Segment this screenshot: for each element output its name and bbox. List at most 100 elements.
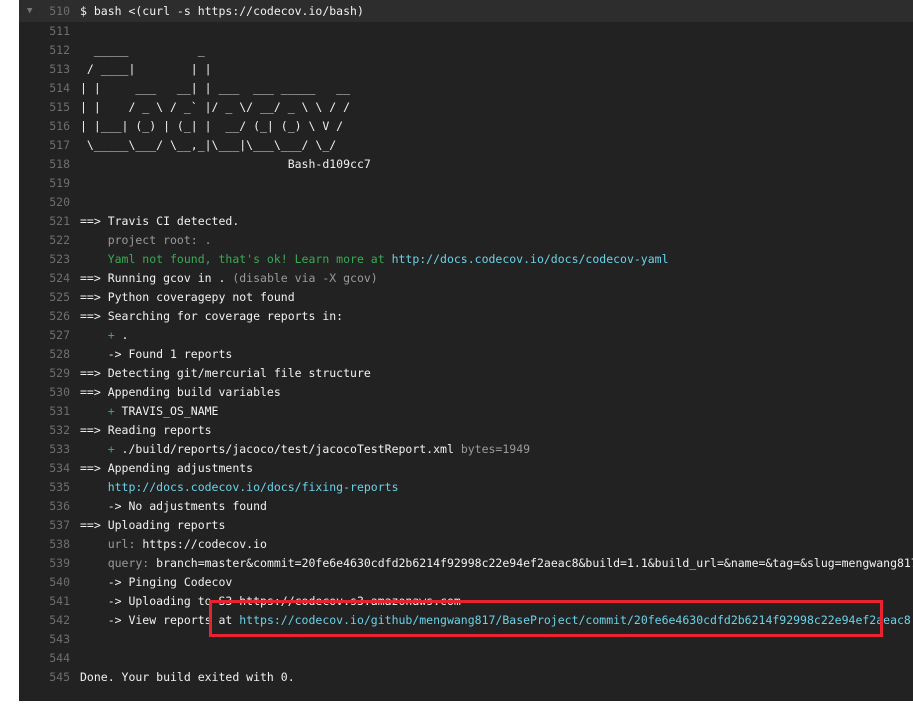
log-line: 518 Bash-d109cc7: [19, 155, 913, 174]
log-line-text: ==> Searching for coverage reports in:: [80, 309, 344, 323]
log-line: 527 + .: [19, 326, 913, 345]
line-number[interactable]: 538: [40, 535, 70, 554]
line-number[interactable]: 521: [40, 212, 70, 231]
line-number[interactable]: 541: [40, 592, 70, 611]
log-line-text: \_____\___/ \__,_|\___|\___\___/ \_/: [80, 138, 337, 152]
line-number[interactable]: 520: [40, 193, 70, 212]
log-line: 543: [19, 630, 913, 649]
log-line-text: + TRAVIS_OS_NAME: [80, 404, 219, 418]
log-line-text: | | ___ __| | ___ ___ _____ __: [80, 81, 351, 95]
line-number[interactable]: 527: [40, 326, 70, 345]
log-line: 524 ==> Running gcov in . (disable via -X…: [19, 269, 913, 288]
line-number[interactable]: 515: [40, 98, 70, 117]
log-line: 526 ==> Searching for coverage reports in…: [19, 307, 913, 326]
log-line: 533 + ./build/reports/jacoco/test/jacoco…: [19, 440, 913, 459]
line-number[interactable]: 534: [40, 459, 70, 478]
line-number[interactable]: 531: [40, 402, 70, 421]
log-line-text: -> Uploading to S3 https://codecov.s3.am…: [80, 594, 461, 608]
log-line-text: $ bash <(curl -s https://codecov.io/bash…: [80, 4, 364, 18]
log-line-text: Yaml not found, that's ok! Learn more at…: [80, 252, 669, 266]
line-number[interactable]: 532: [40, 421, 70, 440]
line-number[interactable]: 542: [40, 611, 70, 630]
build-log-terminal: ▼ 510 $ bash <(curl -s https://codecov.io/…: [19, 0, 913, 701]
log-line: 517 \_____\___/ \__,_|\___|\___\___/ \_/: [19, 136, 913, 155]
log-line-text: -> No adjustments found: [80, 499, 267, 513]
line-number[interactable]: 545: [40, 668, 70, 687]
line-number[interactable]: 535: [40, 478, 70, 497]
log-line: 521 ==> Travis CI detected.: [19, 212, 913, 231]
log-line-text: -> View reports at https://codecov.io/gi…: [80, 613, 911, 627]
log-line-text: ==> Appending build variables: [80, 385, 281, 399]
line-number[interactable]: 526: [40, 307, 70, 326]
log-line: 545 Done. Your build exited with 0.: [19, 668, 913, 687]
line-number[interactable]: 544: [40, 649, 70, 668]
log-line-text: project root: .: [80, 233, 212, 247]
line-number[interactable]: 530: [40, 383, 70, 402]
log-line-text: | |___| (_) | (_| | __/ (_| (_) \ V /: [80, 119, 344, 133]
log-line: 513 / ____| | |: [19, 60, 913, 79]
line-number[interactable]: 511: [40, 22, 70, 41]
line-number[interactable]: 528: [40, 345, 70, 364]
log-line-text: ==> Uploading reports: [80, 518, 226, 532]
log-line: 515 | | / _ \ / _` |/ _ \/ __/ _ \ \ / /: [19, 98, 913, 117]
line-number[interactable]: 519: [40, 174, 70, 193]
line-number[interactable]: 518: [40, 155, 70, 174]
log-line-text: _____ _: [80, 43, 205, 57]
log-line-text: ==> Detecting git/mercurial file structu…: [80, 366, 371, 380]
log-line: 540 -> Pinging Codecov: [19, 573, 913, 592]
log-line: 529 ==> Detecting git/mercurial file stru…: [19, 364, 913, 383]
line-number[interactable]: 513: [40, 60, 70, 79]
log-link[interactable]: https://codecov.io/github/mengwang817/Ba…: [239, 613, 911, 627]
line-number[interactable]: 514: [40, 79, 70, 98]
log-line: 538 url: https://codecov.io: [19, 535, 913, 554]
log-line: 523 Yaml not found, that's ok! Learn mor…: [19, 250, 913, 269]
log-line: 539 query: branch=master&commit=20fe6e46…: [19, 554, 913, 573]
log-line-text: http://docs.codecov.io/docs/fixing-repor…: [80, 478, 399, 497]
log-line: 536 -> No adjustments found: [19, 497, 913, 516]
log-line: 516 | |___| (_) | (_| | __/ (_| (_) \ V /: [19, 117, 913, 136]
log-line-text: ==> Travis CI detected.: [80, 214, 240, 228]
log-line-text: ==> Running gcov in . (disable via -X gc…: [80, 271, 378, 285]
log-line: 534 ==> Appending adjustments: [19, 459, 913, 478]
log-line: 512 _____ _: [19, 41, 913, 60]
line-number[interactable]: 533: [40, 440, 70, 459]
log-line-text: query: branch=master&commit=20fe6e4630cd…: [80, 556, 913, 570]
log-line: 541 -> Uploading to S3 https://codecov.s…: [19, 592, 913, 611]
log-line: 520: [19, 193, 913, 212]
log-line: 537 ==> Uploading reports: [19, 516, 913, 535]
log-line: 530 ==> Appending build variables: [19, 383, 913, 402]
line-number[interactable]: 524: [40, 269, 70, 288]
log-line-text: | | / _ \ / _` |/ _ \/ __/ _ \ \ / /: [80, 100, 351, 114]
log-link[interactable]: http://docs.codecov.io/docs/fixing-repor…: [108, 480, 399, 494]
log-line: 522 project root: .: [19, 231, 913, 250]
log-line-text: -> Pinging Codecov: [80, 575, 233, 589]
log-line-text: ==> Python coveragepy not found: [80, 290, 295, 304]
line-number[interactable]: 522: [40, 231, 70, 250]
line-number[interactable]: 525: [40, 288, 70, 307]
line-number[interactable]: 539: [40, 554, 70, 573]
line-number[interactable]: 516: [40, 117, 70, 136]
line-number[interactable]: 512: [40, 41, 70, 60]
log-line: 542 -> View reports at https://codecov.i…: [19, 611, 913, 630]
log-line-text: / ____| | |: [80, 62, 212, 76]
line-number[interactable]: 510: [40, 0, 70, 22]
line-number[interactable]: 536: [40, 497, 70, 516]
line-number[interactable]: 523: [40, 250, 70, 269]
log-line: 532 ==> Reading reports: [19, 421, 913, 440]
triangle-down-icon[interactable]: ▼: [27, 0, 32, 22]
log-link[interactable]: http://docs.codecov.io/docs/codecov-yaml: [392, 252, 669, 266]
log-line: 525 ==> Python coveragepy not found: [19, 288, 913, 307]
log-line-text: Done. Your build exited with 0.: [80, 670, 295, 684]
log-line-text: ==> Appending adjustments: [80, 461, 254, 475]
line-number[interactable]: 540: [40, 573, 70, 592]
log-line-text: -> Found 1 reports: [80, 347, 233, 361]
line-number[interactable]: 537: [40, 516, 70, 535]
line-number[interactable]: 529: [40, 364, 70, 383]
log-line: ▼ 510 $ bash <(curl -s https://codecov.io/…: [19, 0, 913, 22]
line-number[interactable]: 517: [40, 136, 70, 155]
log-line-text: Bash-d109cc7: [80, 157, 371, 171]
log-line-text: + .: [80, 328, 129, 342]
log-line-text: url: https://codecov.io: [80, 537, 267, 551]
line-number[interactable]: 543: [40, 630, 70, 649]
log-line-text: ==> Reading reports: [80, 423, 212, 437]
